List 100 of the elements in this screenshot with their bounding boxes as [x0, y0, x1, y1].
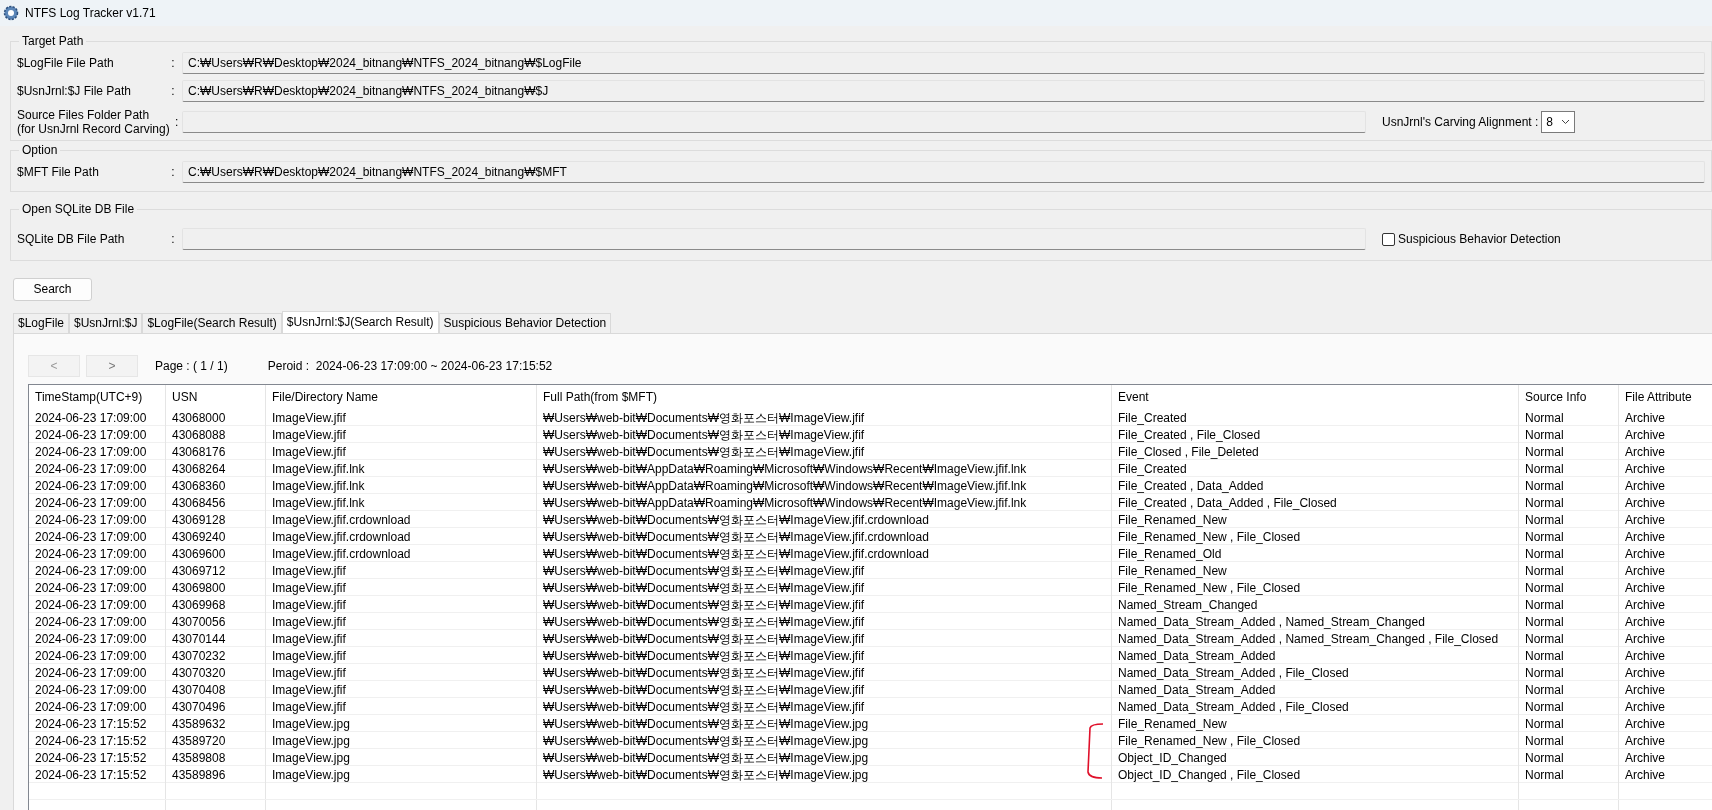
- table-cell: 2024-06-23 17:09:00: [29, 442, 166, 461]
- field-label: $MFT File Path: [17, 164, 100, 181]
- table-cell: Archive: [1619, 544, 1712, 563]
- table-cell: ₩Users₩web-bit₩Documents₩영화포스터₩ImageView.jfif.crdownload: [537, 544, 1112, 563]
- tab[interactable]: Suspicious Behavior Detection: [438, 312, 612, 333]
- table-cell: Normal: [1519, 612, 1619, 631]
- table-cell: 2024-06-23 17:15:52: [29, 731, 166, 750]
- path-field[interactable]: C:₩Users₩R₩Desktop₩2024_bitnang₩NTFS_2024_bitnang₩$LogFile: [182, 52, 1705, 74]
- table-cell: Normal: [1519, 714, 1619, 733]
- table-cell: 2024-06-23 17:09:00: [29, 544, 166, 563]
- table-cell: ₩Users₩web-bit₩AppData₩Roaming₩Microsoft₩Windows₩Recent₩ImageView.jfif.lnk: [537, 476, 1112, 495]
- table-cell: 2024-06-23 17:15:52: [29, 714, 166, 733]
- table-cell: Named_Data_Stream_Added , File_Closed: [1112, 697, 1519, 716]
- table-cell: Normal: [1519, 748, 1619, 767]
- table-cell: Archive: [1619, 527, 1712, 546]
- table-cell: 2024-06-23 17:09:00: [29, 510, 166, 529]
- table-cell: Normal: [1519, 476, 1619, 495]
- table-cell: 43589720: [166, 731, 266, 750]
- table-cell: ₩Users₩web-bit₩Documents₩영화포스터₩ImageView.jfif: [537, 612, 1112, 631]
- table-cell: 2024-06-23 17:09:00: [29, 408, 166, 427]
- path-field[interactable]: [182, 228, 1366, 250]
- table-cell: Archive: [1619, 714, 1712, 733]
- column-header[interactable]: File Attribute: [1619, 384, 1712, 409]
- table-cell: Archive: [1619, 442, 1712, 461]
- table-cell: File_Renamed_New: [1112, 510, 1519, 529]
- table-cell: 43070232: [166, 646, 266, 665]
- chevron-down-icon: [1561, 119, 1571, 125]
- table-cell: ImageView.jfif: [266, 425, 537, 444]
- table-cell: Normal: [1519, 527, 1619, 546]
- table-cell: Normal: [1519, 578, 1619, 597]
- search-button[interactable]: Search: [13, 277, 92, 301]
- table-cell: Normal: [1519, 697, 1619, 716]
- table-cell: ₩Users₩web-bit₩Documents₩영화포스터₩ImageView.jfif: [537, 595, 1112, 614]
- table-cell: Named_Data_Stream_Added: [1112, 680, 1519, 699]
- table-cell: ₩Users₩web-bit₩Documents₩영화포스터₩ImageView.jfif: [537, 442, 1112, 461]
- table-cell: ImageView.jpg: [266, 748, 537, 767]
- table-cell: Archive: [1619, 476, 1712, 495]
- table-cell: 43069712: [166, 561, 266, 580]
- path-field[interactable]: C:₩Users₩R₩Desktop₩2024_bitnang₩NTFS_2024_bitnang₩$MFT: [182, 161, 1705, 183]
- table-cell: 43068088: [166, 425, 266, 444]
- tab[interactable]: $LogFile: [13, 312, 70, 333]
- path-field[interactable]: [182, 111, 1366, 133]
- group-title: Target Path: [21, 33, 85, 50]
- table-cell: Named_Data_Stream_Added , File_Closed: [1112, 663, 1519, 682]
- table-cell: 2024-06-23 17:09:00: [29, 629, 166, 648]
- field-label: SQLite DB File Path: [17, 231, 126, 248]
- carving-alignment-label: UsnJrnl's Carving Alignment :: [1382, 114, 1539, 131]
- table-cell: ImageView.jpg: [266, 714, 537, 733]
- group-title: Open SQLite DB File: [21, 201, 136, 218]
- gear-icon: [3, 5, 19, 21]
- table-cell: File_Closed , File_Deleted: [1112, 442, 1519, 461]
- table-cell: ImageView.jfif.lnk: [266, 493, 537, 512]
- column-header[interactable]: Source Info: [1519, 384, 1619, 409]
- table-cell: Archive: [1619, 561, 1712, 580]
- table-cell: 43069800: [166, 578, 266, 597]
- table-cell: Archive: [1619, 595, 1712, 614]
- tab[interactable]: $UsnJrnl:$J(Search Result): [281, 310, 439, 333]
- field-label: $LogFile File Path: [17, 55, 115, 72]
- column-header[interactable]: TimeStamp(UTC+9): [29, 384, 166, 409]
- table-cell: 2024-06-23 17:09:00: [29, 527, 166, 546]
- column-header[interactable]: File/Directory Name: [266, 384, 537, 409]
- table-cell: Normal: [1519, 459, 1619, 478]
- column-header[interactable]: Full Path(from $MFT): [537, 384, 1112, 409]
- table-cell: 43070144: [166, 629, 266, 648]
- table-cell: 2024-06-23 17:09:00: [29, 697, 166, 716]
- table-cell: 43589632: [166, 714, 266, 733]
- table-cell: ₩Users₩web-bit₩Documents₩영화포스터₩ImageView.jpg: [537, 714, 1112, 733]
- table-cell: ImageView.jfif: [266, 646, 537, 665]
- column-header[interactable]: USN: [166, 384, 266, 409]
- table-cell: Normal: [1519, 629, 1619, 648]
- table-cell: Normal: [1519, 493, 1619, 512]
- table-cell: Normal: [1519, 731, 1619, 750]
- table-cell: Normal: [1519, 561, 1619, 580]
- table-cell: Archive: [1619, 578, 1712, 597]
- path-field[interactable]: C:₩Users₩R₩Desktop₩2024_bitnang₩NTFS_2024_bitnang₩$J: [182, 80, 1705, 102]
- table-cell: Normal: [1519, 510, 1619, 529]
- table-cell: ImageView.jfif: [266, 629, 537, 648]
- table-cell: 2024-06-23 17:09:00: [29, 493, 166, 512]
- table-cell: 43589808: [166, 748, 266, 767]
- table-cell: Archive: [1619, 697, 1712, 716]
- colon-separator: :: [170, 164, 176, 181]
- table-cell: ₩Users₩web-bit₩Documents₩영화포스터₩ImageView.jpg: [537, 748, 1112, 767]
- tab[interactable]: $UsnJrnl:$J: [69, 312, 143, 333]
- table-cell: File_Renamed_New , File_Closed: [1112, 578, 1519, 597]
- next-page-button[interactable]: >: [86, 354, 138, 377]
- table-cell: Normal: [1519, 425, 1619, 444]
- alignment-dropdown[interactable]: 8: [1541, 111, 1576, 133]
- column-header[interactable]: Event: [1112, 384, 1519, 409]
- table-cell: ₩Users₩web-bit₩Documents₩영화포스터₩ImageView.jfif: [537, 578, 1112, 597]
- table-cell: File_Renamed_New: [1112, 714, 1519, 733]
- table-cell: File_Created , File_Closed: [1112, 425, 1519, 444]
- table-cell: 43070320: [166, 663, 266, 682]
- table-cell: File_Created: [1112, 459, 1519, 478]
- tab[interactable]: $LogFile(Search Result): [142, 312, 282, 333]
- table-cell: ₩Users₩web-bit₩AppData₩Roaming₩Microsoft₩Windows₩Recent₩ImageView.jfif.lnk: [537, 459, 1112, 478]
- table-cell: File_Created: [1112, 408, 1519, 427]
- table-cell: ₩Users₩web-bit₩Documents₩영화포스터₩ImageView.jfif: [537, 629, 1112, 648]
- table-cell: 43070496: [166, 697, 266, 716]
- table-cell: 2024-06-23 17:09:00: [29, 578, 166, 597]
- checkbox[interactable]: [1382, 232, 1395, 246]
